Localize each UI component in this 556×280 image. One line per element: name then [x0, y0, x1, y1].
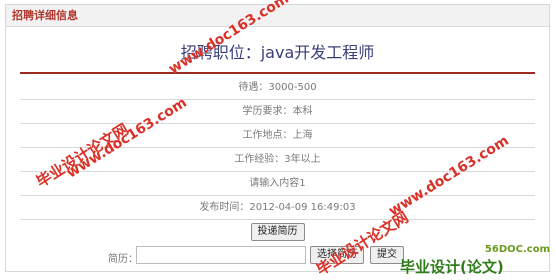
job-title: 招聘职位：java开发工程师 — [180, 43, 375, 62]
title-divider — [20, 72, 535, 74]
detail-publish-time: 发布时间：2012-04-09 16:49:03 — [20, 196, 535, 220]
detail-education: 学历要求：本科 — [20, 100, 535, 124]
job-detail-panel: 招聘详细信息 招聘职位：java开发工程师 待遇：3000-500 学历要求：本… — [5, 4, 550, 272]
corner-site-text: 56DOC.com — [484, 244, 550, 255]
corner-logo: 56DOC.com 毕业设计(论文) — [396, 244, 556, 276]
resume-file-input[interactable] — [136, 246, 306, 264]
corner-brand-text: 毕业设计(论文) — [400, 258, 504, 276]
apply-resume-button[interactable]: 投递简历 — [250, 223, 305, 241]
resume-label: 简历： — [108, 254, 138, 265]
detail-salary: 待遇：3000-500 — [20, 76, 535, 100]
apply-row: 投递简历 — [20, 220, 535, 244]
